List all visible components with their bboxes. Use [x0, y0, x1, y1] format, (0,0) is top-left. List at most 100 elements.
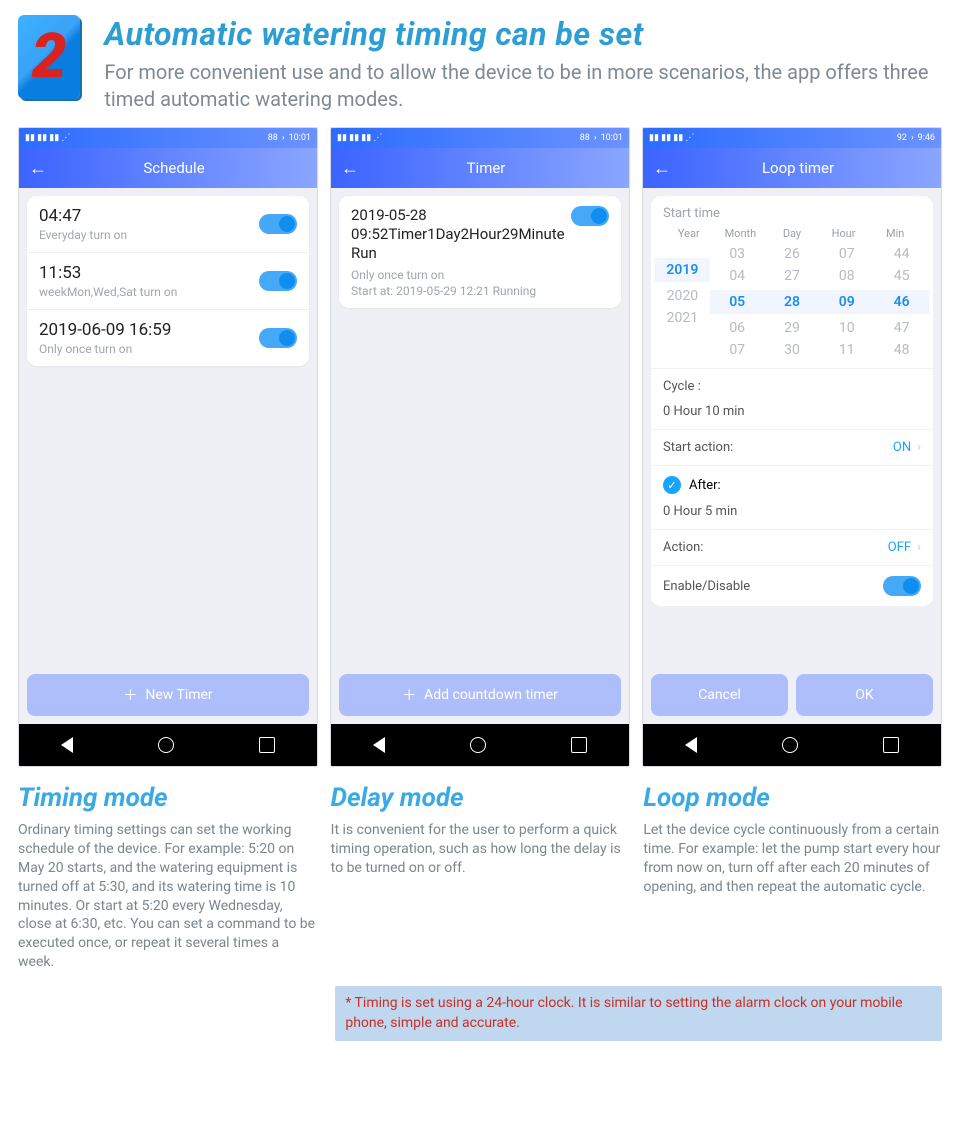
h-year: Year	[663, 227, 715, 240]
footnote: * Timing is set using a 24-hour clock. I…	[335, 986, 942, 1041]
back-icon[interactable]: ←	[653, 158, 671, 179]
enable-row[interactable]: Enable/Disable	[651, 565, 933, 606]
toggle-switch[interactable]	[259, 271, 297, 291]
check-icon[interactable]: ✓	[663, 476, 681, 494]
step-number: 2	[32, 26, 67, 88]
android-nav	[643, 724, 941, 766]
caption-title: Timing mode	[18, 783, 317, 813]
schedule-desc: Only once turn on	[39, 342, 171, 356]
hero: 2 Automatic watering timing can be set F…	[18, 15, 942, 113]
signal-icon: ▮▮ ▮▮ ▮▮ ⋰	[25, 133, 70, 143]
picker-min[interactable]: 4445464748	[874, 246, 929, 358]
caption-timing: Timing mode Ordinary timing settings can…	[18, 779, 317, 972]
add-countdown-button[interactable]: ＋ Add countdown timer	[339, 674, 621, 716]
toggle-switch[interactable]	[259, 328, 297, 348]
nav-recent-icon[interactable]	[571, 737, 587, 753]
h-month: Month	[715, 227, 767, 240]
nav-home-icon[interactable]	[470, 737, 486, 753]
start-action-value: ON	[893, 440, 911, 455]
status-bar: ▮▮ ▮▮ ▮▮ ⋰ 88› 10:01	[331, 128, 629, 148]
battery-value: 88	[580, 133, 590, 143]
h-hour: Hour	[818, 227, 870, 240]
button-label: New Timer	[145, 687, 212, 703]
picker-hour[interactable]: 0708091011	[819, 246, 874, 358]
cycle-value-row[interactable]: 0 Hour 10 min	[651, 404, 933, 429]
timer-primary: 2019-05-28 09:52Timer1Day2Hour29Minute R…	[351, 206, 552, 262]
caption-body: Let the device cycle continuously from a…	[643, 821, 942, 897]
phone-timer: ▮▮ ▮▮ ▮▮ ⋰ 88› 10:01 ← Timer 2019-05-28 …	[330, 127, 630, 767]
schedule-row[interactable]: 04:47 Everyday turn on	[27, 196, 309, 253]
toggle-switch[interactable]	[259, 214, 297, 234]
nav-back-icon[interactable]	[685, 737, 697, 753]
status-bar: ▮▮ ▮▮ ▮▮ ⋰ 88› 10:01	[19, 128, 317, 148]
enable-label: Enable/Disable	[663, 579, 750, 594]
schedule-desc: weekMon,Wed,Sat turn on	[39, 285, 177, 299]
datetime-picker[interactable]: 201920202021 0304050607 2627282930 07080…	[651, 246, 933, 368]
battery-value: 88	[268, 133, 278, 143]
after-label: After:	[689, 478, 721, 493]
hero-title: Automatic watering timing can be set	[104, 15, 942, 53]
ok-button[interactable]: OK	[796, 674, 933, 716]
cycle-value: 0 Hour 10 min	[663, 404, 745, 419]
status-time: 9:46	[918, 133, 935, 143]
nav-back-icon[interactable]	[61, 737, 73, 753]
cycle-row[interactable]: Cycle :	[651, 368, 933, 404]
hero-subtitle: For more convenient use and to allow the…	[104, 59, 942, 113]
button-label: Add countdown timer	[424, 687, 558, 703]
status-bar: ▮▮ ▮▮ ▮▮ ⋰ 92› 9:46	[643, 128, 941, 148]
screen-title: Timer	[371, 159, 619, 177]
schedule-row[interactable]: 2019-06-09 16:59 Only once turn on	[27, 310, 309, 366]
schedule-time: 11:53	[39, 263, 177, 283]
plus-icon: ＋	[123, 685, 137, 705]
timer-secondary: Only once turn on	[351, 268, 552, 282]
timer-running: Start at: 2019-05-29 12:21 Running	[351, 284, 552, 298]
chevron-right-icon: ›	[917, 440, 921, 455]
nav-home-icon[interactable]	[782, 737, 798, 753]
back-icon[interactable]: ←	[29, 158, 47, 179]
after-value-row[interactable]: 0 Hour 5 min	[651, 504, 933, 529]
battery-value: 92	[897, 133, 907, 143]
caption-body: Ordinary timing settings can set the wor…	[18, 821, 317, 972]
start-action-row[interactable]: Start action: ON ›	[651, 429, 933, 465]
after-row[interactable]: ✓ After:	[651, 465, 933, 504]
toggle-switch[interactable]	[571, 206, 609, 226]
schedule-desc: Everyday turn on	[39, 228, 127, 242]
phone-schedule: ▮▮ ▮▮ ▮▮ ⋰ 88› 10:01 ← Schedule 04:47 Eve…	[18, 127, 318, 767]
picker-month[interactable]: 0304050607	[710, 246, 765, 358]
start-time-label: Start time	[651, 196, 933, 227]
schedule-time: 04:47	[39, 206, 127, 226]
signal-icon: ▮▮ ▮▮ ▮▮ ⋰	[337, 133, 382, 143]
start-action-label: Start action:	[663, 440, 733, 455]
nav-recent-icon[interactable]	[259, 737, 275, 753]
schedule-row[interactable]: 11:53 weekMon,Wed,Sat turn on	[27, 253, 309, 310]
cancel-button[interactable]: Cancel	[651, 674, 788, 716]
action-value: OFF	[888, 540, 911, 555]
picker-day[interactable]: 2627282930	[765, 246, 820, 358]
back-icon[interactable]: ←	[341, 158, 359, 179]
toggle-switch[interactable]	[883, 576, 921, 596]
button-label: Cancel	[698, 687, 741, 703]
caption-loop: Loop mode Let the device cycle continuou…	[643, 779, 942, 972]
status-time: 10:01	[289, 133, 311, 143]
title-bar: ← Loop timer	[643, 148, 941, 188]
android-nav	[331, 724, 629, 766]
picker-year[interactable]: 201920202021	[655, 246, 710, 358]
nav-back-icon[interactable]	[373, 737, 385, 753]
button-label: OK	[855, 687, 873, 703]
nav-recent-icon[interactable]	[883, 737, 899, 753]
step-badge: 2	[18, 15, 80, 99]
timer-card[interactable]: 2019-05-28 09:52Timer1Day2Hour29Minute R…	[339, 196, 621, 308]
schedule-time: 2019-06-09 16:59	[39, 320, 171, 340]
action-row[interactable]: Action:OFF›	[651, 529, 933, 565]
new-timer-button[interactable]: ＋ New Timer	[27, 674, 309, 716]
screen-title: Schedule	[59, 159, 307, 177]
nav-home-icon[interactable]	[158, 737, 174, 753]
cycle-label: Cycle :	[663, 379, 701, 394]
chevron-right-icon: ›	[917, 540, 921, 555]
caption-title: Delay mode	[331, 783, 630, 813]
phone-loop: ▮▮ ▮▮ ▮▮ ⋰ 92› 9:46 ← Loop timer Start t…	[642, 127, 942, 767]
h-day: Day	[766, 227, 818, 240]
plus-icon: ＋	[402, 685, 416, 705]
signal-icon: ▮▮ ▮▮ ▮▮ ⋰	[649, 133, 694, 143]
caption-title: Loop mode	[643, 783, 942, 813]
